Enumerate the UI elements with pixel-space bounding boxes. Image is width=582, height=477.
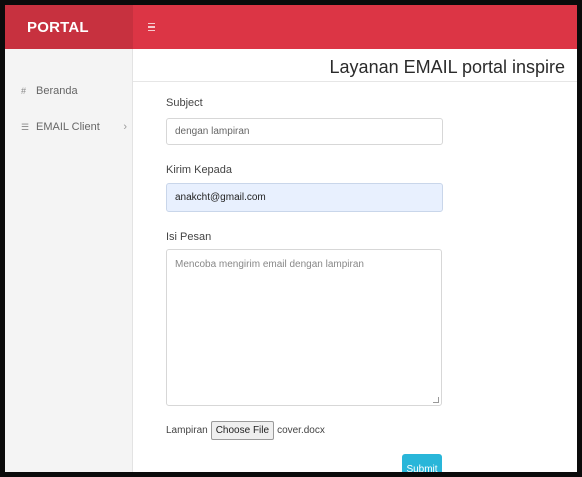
hamburger-icon[interactable] bbox=[148, 22, 155, 32]
subject-label: Subject bbox=[166, 97, 203, 109]
sidebar-item-email-client[interactable]: ☰ EMAIL Client › bbox=[21, 121, 127, 133]
list-icon: ☰ bbox=[21, 121, 30, 132]
recipient-value: anakcht@gmail.com bbox=[175, 192, 266, 203]
recipient-input[interactable]: anakcht@gmail.com bbox=[166, 183, 443, 212]
choose-file-button[interactable]: Choose File bbox=[210, 421, 275, 440]
sidebar-item-beranda[interactable]: # Beranda bbox=[21, 85, 127, 97]
sidebar-item-label: Beranda bbox=[36, 85, 78, 97]
attachment-filename: cover.docx bbox=[277, 425, 325, 436]
submit-button[interactable]: Submit bbox=[402, 454, 442, 472]
subject-input[interactable]: dengan lampiran bbox=[166, 118, 443, 145]
chevron-right-icon: › bbox=[123, 121, 127, 133]
subject-value: dengan lampiran bbox=[175, 126, 250, 137]
message-label: Isi Pesan bbox=[166, 231, 212, 243]
resize-handle-icon[interactable] bbox=[433, 397, 439, 403]
top-navbar: PORTAL bbox=[5, 5, 577, 49]
message-value: Mencoba mengirim email dengan lampiran bbox=[175, 259, 364, 270]
page-title: Layanan EMAIL portal inspire bbox=[329, 57, 565, 77]
message-textarea[interactable]: Mencoba mengirim email dengan lampiran bbox=[166, 249, 442, 406]
recipient-label: Kirim Kepada bbox=[166, 164, 233, 176]
title-divider bbox=[133, 81, 577, 82]
attachment-label: Lampiran bbox=[166, 425, 208, 436]
sidebar-item-label: EMAIL Client bbox=[36, 121, 100, 133]
app-window: PORTAL # Beranda ☰ EMAIL Client › Layana… bbox=[0, 0, 582, 477]
main-content: Layanan EMAIL portal inspire Subject den… bbox=[133, 49, 577, 472]
sidebar: # Beranda ☰ EMAIL Client › bbox=[5, 49, 133, 472]
brand-logo[interactable]: PORTAL bbox=[5, 5, 133, 49]
attachment-row: Lampiran Choose File cover.docx bbox=[166, 421, 325, 440]
home-icon: # bbox=[21, 86, 27, 96]
